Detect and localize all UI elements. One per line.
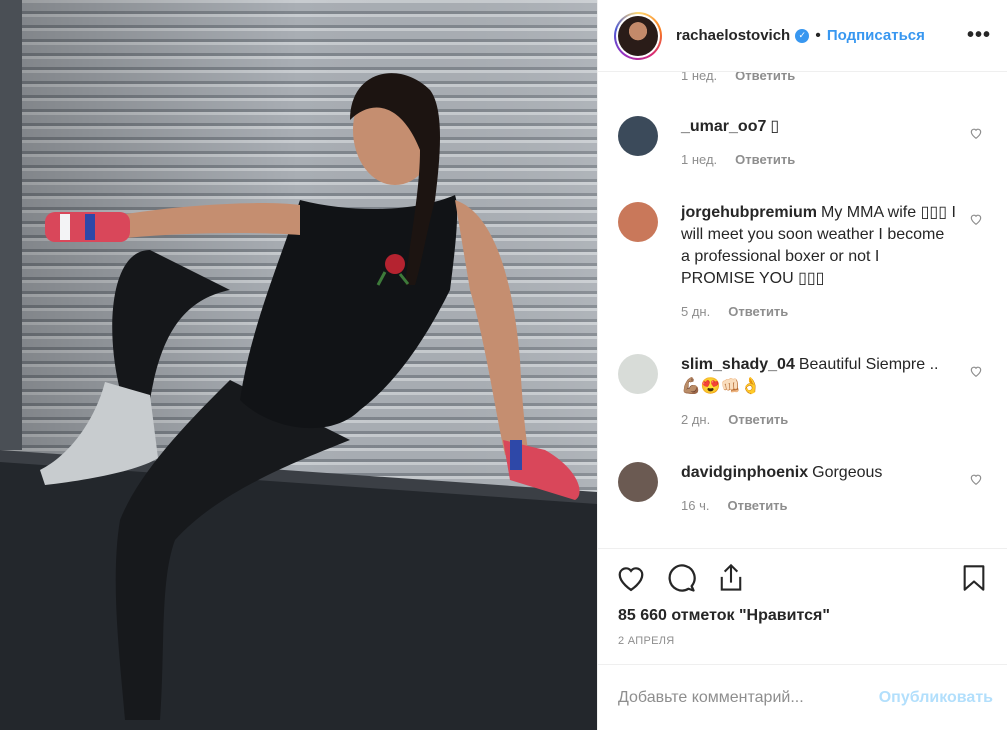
- comment-meta-partial: 1 нед. Ответить: [681, 72, 795, 83]
- action-bar: [598, 549, 1007, 607]
- commenter-username[interactable]: jorgehubpremium: [681, 204, 817, 221]
- commenter-avatar[interactable]: [618, 354, 658, 394]
- commenter-username[interactable]: _umar_oo7: [681, 118, 766, 135]
- author-avatar-image: [618, 15, 658, 56]
- likes-count[interactable]: 85 660 отметок "Нравится": [598, 607, 1007, 625]
- bookmark-icon: [963, 565, 985, 591]
- commenter-avatar[interactable]: [618, 116, 658, 156]
- verified-icon: ✓: [795, 28, 810, 43]
- publish-button[interactable]: Опубликовать: [879, 689, 993, 707]
- post-header: rachaelostovich ✓ • Подписаться •••: [598, 0, 1007, 72]
- comment-time: 16 ч.: [681, 498, 710, 513]
- photo-woman-in-gym: [0, 0, 597, 730]
- comment-time: 1 нед.: [681, 72, 718, 83]
- post-photo[interactable]: [0, 0, 597, 730]
- comment-text: Gorgeous: [812, 464, 883, 481]
- share-button[interactable]: [714, 561, 748, 595]
- like-button[interactable]: [614, 561, 648, 595]
- comment-heart-icon[interactable]: [969, 364, 983, 378]
- save-button[interactable]: [957, 561, 991, 595]
- comment-heart-icon[interactable]: [969, 472, 983, 486]
- comment-reply-button[interactable]: Ответить: [728, 412, 788, 427]
- commenter-avatar[interactable]: [618, 202, 658, 242]
- comment-time: 5 дн.: [681, 304, 711, 319]
- comment-button[interactable]: [664, 561, 698, 595]
- commenter-username[interactable]: slim_shady_04: [681, 356, 795, 373]
- comment-heart-icon[interactable]: [969, 212, 983, 226]
- comment-reply-button[interactable]: Ответить: [728, 304, 788, 319]
- comment-reply-button[interactable]: Ответить: [735, 152, 795, 167]
- share-icon: [720, 563, 742, 591]
- heart-icon: [618, 567, 644, 592]
- comment-item: jorgehubpremium My MMA wife ▯▯▯ I will me…: [618, 202, 987, 319]
- comment-item: _umar_oo7 ▯ 1 нед. Ответить: [618, 116, 987, 167]
- post-date[interactable]: 2 АПРЕЛЯ: [598, 625, 1007, 647]
- comment-item: slim_shady_04 Beautiful Siempre .. 💪🏽😍👊🏻👌…: [618, 354, 987, 427]
- comment-icon: [668, 564, 696, 592]
- comment-reply-button[interactable]: Ответить: [735, 72, 795, 83]
- add-comment-bar: Опубликовать: [598, 664, 1007, 730]
- comment-time: 1 нед.: [681, 152, 718, 167]
- follow-button[interactable]: Подписаться: [827, 27, 925, 44]
- post-actions-section: 85 660 отметок "Нравится" 2 АПРЕЛЯ: [598, 548, 1007, 647]
- post-side-panel: rachaelostovich ✓ • Подписаться ••• 1 не…: [597, 0, 1007, 730]
- comment-input[interactable]: [618, 688, 879, 707]
- more-icon[interactable]: •••: [967, 24, 991, 47]
- comments-list[interactable]: 1 нед. Ответить _umar_oo7 ▯ 1 нед. Ответить…: [598, 72, 1007, 548]
- comment-reply-button[interactable]: Ответить: [727, 498, 787, 513]
- comment-text: ▯: [770, 118, 780, 135]
- commenter-avatar[interactable]: [618, 462, 658, 502]
- author-username[interactable]: rachaelostovich: [676, 27, 790, 44]
- comment-item: davidginphoenix Gorgeous 16 ч. Ответить: [618, 462, 987, 513]
- commenter-username[interactable]: davidginphoenix: [681, 464, 808, 481]
- comment-heart-icon[interactable]: [969, 126, 983, 140]
- author-avatar[interactable]: [614, 11, 662, 60]
- separator-dot: •: [815, 26, 821, 44]
- comment-time: 2 дн.: [681, 412, 711, 427]
